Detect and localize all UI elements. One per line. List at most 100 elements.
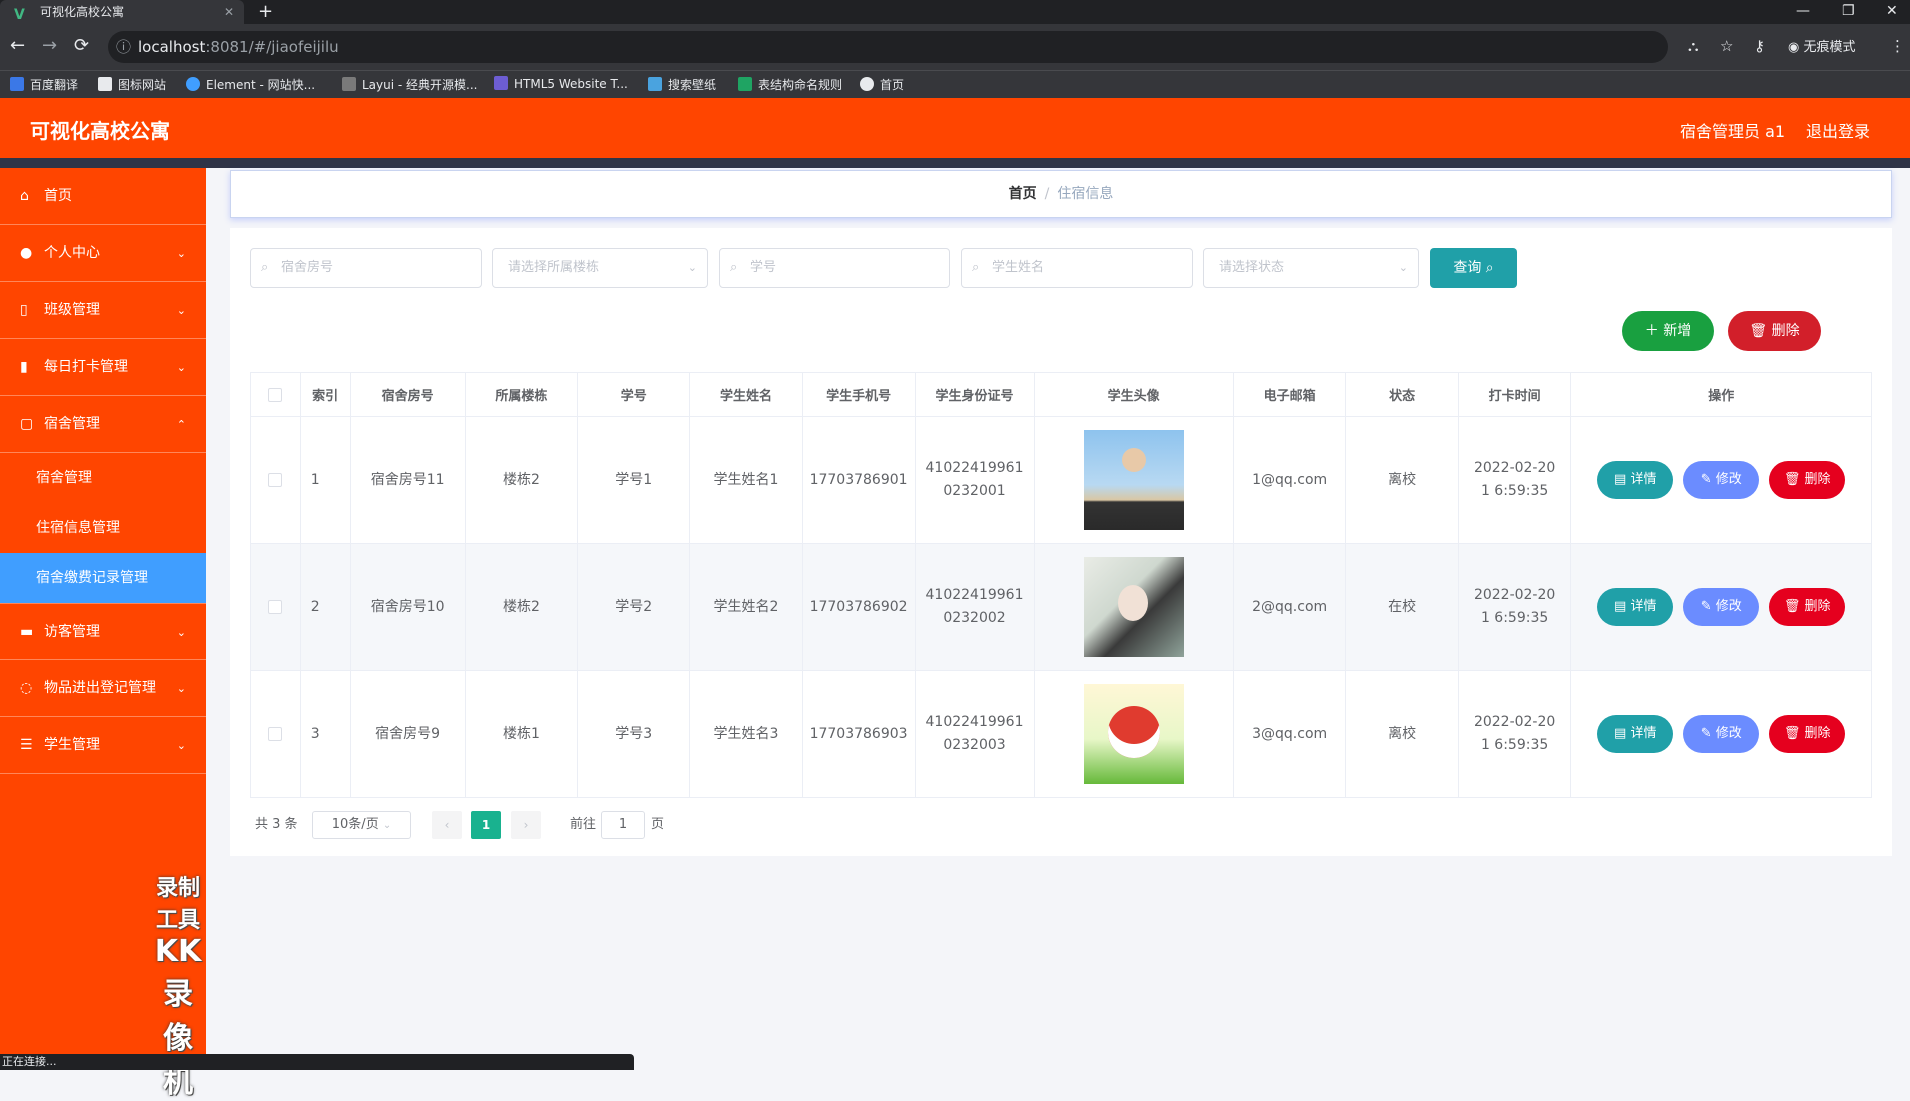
- goto-page-input[interactable]: 1: [601, 811, 645, 839]
- trash-icon: 🗑: [1783, 599, 1805, 614]
- cell-building: 楼栋2: [464, 543, 579, 671]
- sidebar-item-goods[interactable]: ◌ 物品进出登记管理 ⌄: [0, 660, 206, 717]
- student-icon: ☰: [20, 737, 33, 753]
- page-size-select[interactable]: 10条/页 ⌄: [312, 811, 411, 839]
- row-delete-button[interactable]: 🗑 删除: [1769, 461, 1846, 499]
- cell-id-card: 41022419961 0232003: [914, 670, 1035, 798]
- row-checkbox[interactable]: [268, 599, 283, 614]
- cell-avatar: [1033, 670, 1234, 798]
- column-header: 索引: [299, 372, 351, 417]
- sidebar-sub-lodging[interactable]: 住宿信息管理: [0, 503, 206, 553]
- edit-button[interactable]: ✎ 修改: [1683, 461, 1760, 499]
- breadcrumb-home[interactable]: 首页: [1009, 186, 1037, 202]
- bookmark-item[interactable]: Element - 网站快...: [186, 76, 315, 93]
- restore-icon[interactable]: ❐: [1842, 0, 1855, 22]
- translate-icon[interactable]: ⛬: [1688, 37, 1699, 55]
- watermark-line2: KK录像机: [154, 934, 202, 1100]
- search-icon: ⌕: [972, 260, 980, 275]
- document-icon: ▤: [1614, 599, 1631, 614]
- sidebar-item-profile[interactable]: ● 个人中心 ⌄: [0, 225, 206, 282]
- sidebar-item-class[interactable]: ▯ 班级管理 ⌄: [0, 282, 206, 339]
- url-input[interactable]: ⓘ localhost:8081/#/jiaofeijilu: [108, 31, 1668, 63]
- student-avatar-image[interactable]: [1083, 430, 1184, 530]
- sidebar-item-visitor[interactable]: ▬ 访客管理 ⌄: [0, 603, 206, 660]
- tab-close-icon[interactable]: ✕: [224, 0, 234, 24]
- bookmark-item[interactable]: 首页: [860, 76, 904, 93]
- cell-name: 学生姓名1: [689, 416, 803, 544]
- cell-room: 宿舍房号10: [349, 543, 466, 671]
- key-icon[interactable]: ⚷: [1754, 37, 1765, 55]
- wallpaper-icon: [648, 77, 662, 91]
- chevron-down-icon: ⌄: [176, 247, 186, 260]
- browser-menu-icon[interactable]: ⋮: [1890, 37, 1905, 55]
- window-close-icon[interactable]: ✕: [1886, 0, 1898, 22]
- cell-avatar: [1033, 543, 1234, 671]
- delete-label: 删除: [1804, 726, 1831, 741]
- page-number-button[interactable]: 1: [471, 811, 501, 839]
- detail-button[interactable]: ▤ 详情: [1597, 461, 1674, 499]
- bookmark-item[interactable]: Layui - 经典开源模...: [342, 76, 477, 93]
- detail-button[interactable]: ▤ 详情: [1597, 588, 1674, 626]
- column-header: 电子邮箱: [1232, 372, 1347, 417]
- column-header: 学生姓名: [689, 372, 803, 417]
- browser-tab[interactable]: V 可视化高校公寓 ✕: [0, 0, 244, 24]
- chevron-down-icon: ⌄: [176, 304, 186, 317]
- row-checkbox[interactable]: [268, 726, 283, 741]
- row-delete-button[interactable]: 🗑 删除: [1769, 588, 1846, 626]
- bookmark-star-icon[interactable]: ☆: [1720, 37, 1733, 55]
- dorm-icon: ▢: [20, 416, 34, 432]
- row-delete-button[interactable]: 🗑 删除: [1769, 715, 1846, 753]
- bookmark-item[interactable]: 百度翻译: [10, 76, 78, 93]
- select-all-checkbox[interactable]: [268, 387, 283, 402]
- student-name-input[interactable]: ⌕ 学生姓名: [961, 248, 1193, 288]
- element-icon: [186, 77, 200, 91]
- next-page-button[interactable]: ›: [511, 811, 541, 839]
- table-row: 3 宿舍房号9 楼栋1 学号3 学生姓名3 17703786903 410224…: [250, 670, 1872, 798]
- student-avatar-image[interactable]: [1083, 557, 1184, 657]
- cell-email: 3@qq.com: [1232, 670, 1347, 798]
- detail-button[interactable]: ▤ 详情: [1597, 715, 1674, 753]
- student-name-placeholder: 学生姓名: [992, 260, 1045, 275]
- status-select[interactable]: 请选择状态 ⌄: [1203, 248, 1419, 288]
- logout-button[interactable]: 退出登录: [1806, 118, 1870, 142]
- room-search-input[interactable]: ⌕ 宿舍房号: [250, 248, 482, 288]
- sidebar-item-home[interactable]: ⌂ 首页: [0, 168, 206, 225]
- cell-time: 2022-02-20 1 6:59:35: [1457, 416, 1572, 544]
- detail-label: 详情: [1630, 726, 1657, 741]
- new-tab-icon[interactable]: +: [258, 0, 273, 24]
- forward-icon[interactable]: →: [42, 35, 57, 56]
- cell-building: 楼栋1: [464, 670, 579, 798]
- minimize-icon[interactable]: —: [1796, 0, 1810, 22]
- sidebar-item-checkin[interactable]: ▮ 每日打卡管理 ⌄: [0, 339, 206, 396]
- sidebar-sub-dorm[interactable]: 宿舍管理: [0, 453, 206, 503]
- edit-button[interactable]: ✎ 修改: [1683, 588, 1760, 626]
- bookmark-item[interactable]: 表结构命名规则: [738, 76, 842, 93]
- add-button[interactable]: ＋ 新增: [1622, 311, 1714, 351]
- reload-icon[interactable]: ⟳: [74, 35, 89, 56]
- query-button[interactable]: 查询 ⌕: [1430, 248, 1517, 288]
- cell-email: 2@qq.com: [1232, 543, 1347, 671]
- sidebar-item-dorm[interactable]: ▢ 宿舍管理 ⌃: [0, 396, 206, 453]
- column-header: 打卡时间: [1457, 372, 1572, 417]
- sidebar-item-student[interactable]: ☰ 学生管理 ⌄: [0, 717, 206, 774]
- sidebar-sub-payment[interactable]: 宿舍缴费记录管理: [0, 553, 206, 603]
- bookmark-item[interactable]: HTML5 Website T...: [494, 76, 628, 91]
- building-select[interactable]: 请选择所属楼栋 ⌄: [492, 248, 708, 288]
- prev-page-button[interactable]: ‹: [432, 811, 462, 839]
- student-no-input[interactable]: ⌕ 学号: [719, 248, 950, 288]
- edit-label: 修改: [1715, 472, 1742, 487]
- bookmark-item[interactable]: 图标网站: [98, 76, 166, 93]
- pencil-icon: ✎: [1700, 599, 1716, 614]
- cell-id-card: 41022419961 0232001: [914, 416, 1035, 544]
- student-avatar-image[interactable]: [1083, 684, 1184, 784]
- batch-delete-button[interactable]: 🗑 删除: [1728, 311, 1821, 351]
- cell-time: 2022-02-20 1 6:59:35: [1457, 543, 1572, 671]
- row-checkbox[interactable]: [268, 472, 283, 487]
- back-icon[interactable]: ←: [10, 35, 25, 56]
- edit-button[interactable]: ✎ 修改: [1683, 715, 1760, 753]
- incognito-indicator[interactable]: ◉ 无痕模式: [1788, 36, 1856, 55]
- bookmark-item[interactable]: 搜索壁纸: [648, 76, 716, 93]
- site-info-icon[interactable]: ⓘ: [116, 31, 131, 63]
- sidebar-item-label: 班级管理: [44, 302, 100, 318]
- html5-icon: [494, 76, 508, 90]
